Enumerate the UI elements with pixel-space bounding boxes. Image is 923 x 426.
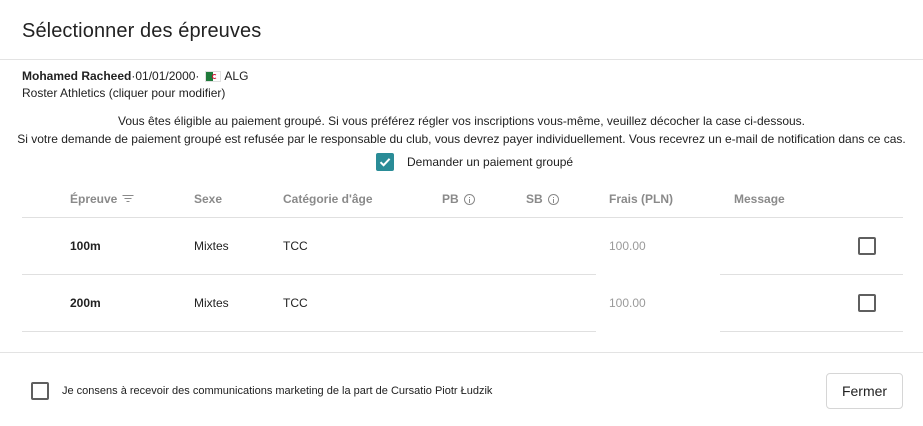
header-event[interactable]: Épreuve (70, 192, 134, 206)
notice-line-1: Vous êtes éligible au paiement groupé. S… (117, 114, 806, 128)
club-link[interactable]: Roster Athletics (cliquer pour modifier) (22, 85, 248, 102)
table-row: 100m Mixtes TCC 100.00 (22, 218, 903, 275)
close-button[interactable]: Fermer (826, 373, 903, 409)
header-age-category: Catégorie d'âge (283, 192, 373, 206)
header-sex: Sexe (194, 192, 223, 206)
event-name: 100m (70, 239, 101, 253)
checkmark-icon (379, 158, 391, 167)
filter-icon[interactable] (122, 195, 134, 203)
header-pb: PB (442, 192, 475, 206)
marketing-consent-label: Je consens à recevoir des communications… (62, 385, 493, 397)
marketing-consent-checkbox[interactable] (31, 382, 49, 400)
event-age-category: TCC (283, 296, 308, 310)
events-table: Épreuve Sexe Catégorie d'âge PB SB Frais… (22, 180, 903, 332)
event-select-checkbox[interactable] (858, 294, 876, 312)
group-payment-checkbox[interactable] (376, 153, 394, 171)
event-fee: 100.00 (609, 239, 646, 253)
table-header: Épreuve Sexe Catégorie d'âge PB SB Frais… (22, 180, 903, 218)
header-message: Message (734, 192, 785, 206)
group-payment-label: Demander un paiement groupé (407, 155, 574, 169)
group-payment-option[interactable]: Demander un paiement groupé (376, 153, 573, 171)
athlete-line: Mohamed Racheed · 01/01/2000 · ALG (22, 68, 248, 85)
title-divider (0, 59, 923, 60)
header-sb-label: SB (526, 192, 543, 206)
athlete-name: Mohamed Racheed (22, 69, 132, 83)
info-icon[interactable] (463, 193, 475, 205)
marketing-consent[interactable]: Je consens à recevoir des communications… (31, 382, 492, 400)
footer-divider (0, 352, 923, 353)
header-event-label: Épreuve (70, 192, 118, 206)
athlete-country: ALG (224, 69, 249, 83)
event-fee: 100.00 (609, 296, 646, 310)
athlete-info: Mohamed Racheed · 01/01/2000 · ALG Roste… (22, 68, 248, 102)
header-fee: Frais (PLN) (609, 192, 674, 206)
dialog-title: Sélectionner des épreuves (22, 20, 262, 42)
event-sex: Mixtes (194, 239, 229, 253)
header-sb: SB (526, 192, 559, 206)
event-select-checkbox[interactable] (858, 237, 876, 255)
athlete-birthdate: 01/01/2000 (135, 69, 196, 83)
fee-divider (596, 331, 720, 332)
info-icon[interactable] (547, 193, 559, 205)
event-age-category: TCC (283, 239, 308, 253)
table-row: 200m Mixtes TCC 100.00 (22, 275, 903, 332)
event-name: 200m (70, 296, 101, 310)
notice-line-2: Si votre demande de paiement groupé est … (17, 132, 906, 146)
separator: · (195, 69, 200, 83)
event-sex: Mixtes (194, 296, 229, 310)
algeria-flag-icon (205, 71, 222, 82)
header-pb-label: PB (442, 192, 459, 206)
group-payment-notice: Vous êtes éligible au paiement groupé. S… (0, 112, 923, 148)
